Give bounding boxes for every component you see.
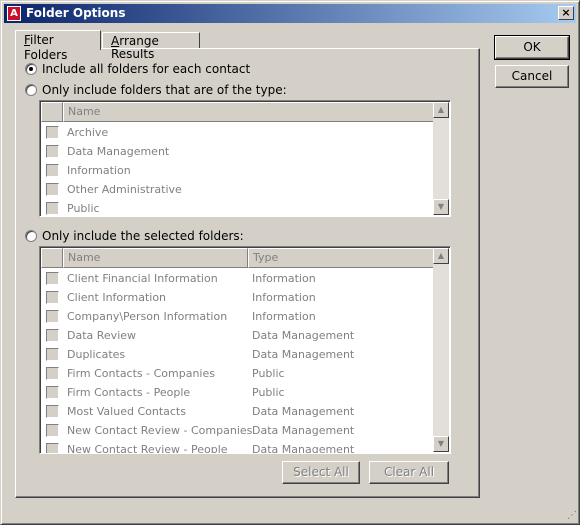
folder-type: Public <box>252 367 285 380</box>
header-type[interactable]: Type <box>248 248 434 268</box>
folder-name: Firm Contacts - People <box>67 386 191 399</box>
header-check-column <box>41 102 63 122</box>
scroll-up-icon[interactable]: ▲ <box>433 248 449 264</box>
checkbox[interactable] <box>46 405 59 418</box>
item-name: Archive <box>67 126 109 139</box>
folder-type-list[interactable]: Name Archive Data Management Information… <box>39 100 451 217</box>
checkbox[interactable] <box>46 424 59 437</box>
radio-selected-folders[interactable] <box>25 230 37 242</box>
option-folder-type[interactable]: Only include folders that are of the typ… <box>25 82 287 98</box>
checkbox[interactable] <box>46 126 59 139</box>
radio-all-folders[interactable] <box>25 63 37 75</box>
folder-name: Duplicates <box>67 348 126 361</box>
checkbox[interactable] <box>46 329 59 342</box>
tab-filter-folders[interactable]: Filter Folders <box>15 30 101 62</box>
select-all-button[interactable]: Select All <box>282 461 360 484</box>
checkbox[interactable] <box>46 386 59 399</box>
item-name: Other Administrative <box>67 183 182 196</box>
scroll-down-icon[interactable]: ▼ <box>433 199 449 215</box>
item-name: Information <box>67 164 131 177</box>
clear-all-button[interactable]: Clear All <box>369 461 449 484</box>
scroll-down-icon[interactable]: ▼ <box>433 436 449 452</box>
folder-list-scrollbar[interactable]: ▲ ▼ <box>433 248 449 452</box>
folder-list-header: Name Type <box>41 248 434 268</box>
folder-type: Information <box>252 310 316 323</box>
resize-grip-icon[interactable]: ⋰ <box>565 510 577 522</box>
folder-type: Data Management <box>252 443 355 454</box>
folder-name: Client Financial Information <box>67 272 218 285</box>
header-check-column <box>41 248 63 268</box>
close-button[interactable]: × <box>558 6 574 20</box>
item-name: Public <box>67 202 100 215</box>
folder-type: Public <box>252 386 285 399</box>
folder-name: Client Information <box>67 291 167 304</box>
ok-button[interactable]: OK <box>494 35 570 60</box>
window-title: Folder Options <box>26 6 126 20</box>
checkbox[interactable] <box>46 291 59 304</box>
checkbox[interactable] <box>46 145 59 158</box>
checkbox[interactable] <box>46 367 59 380</box>
folder-list[interactable]: Name Type Client Financial Information In… <box>39 246 451 454</box>
header-name[interactable]: Name <box>63 102 434 122</box>
header-name[interactable]: Name <box>63 248 248 268</box>
folder-type: Data Management <box>252 329 355 342</box>
checkbox[interactable] <box>46 164 59 177</box>
checkbox[interactable] <box>46 348 59 361</box>
tab-arrange-results[interactable]: Arrange Results <box>102 32 200 61</box>
checkbox[interactable] <box>46 310 59 323</box>
folder-name: Company\Person Information <box>67 310 228 323</box>
folder-name: New Contact Review - People <box>67 443 228 454</box>
type-list-header: Name <box>41 102 434 122</box>
checkbox[interactable] <box>46 202 59 215</box>
type-list-scrollbar[interactable]: ▲ ▼ <box>433 102 449 215</box>
folder-type: Information <box>252 291 316 304</box>
cancel-button[interactable]: Cancel <box>495 65 569 88</box>
checkbox[interactable] <box>46 183 59 196</box>
folder-type: Information <box>252 272 316 285</box>
folder-type: Data Management <box>252 424 355 437</box>
checkbox[interactable] <box>46 272 59 285</box>
folder-name: Firm Contacts - Companies <box>67 367 215 380</box>
folder-options-dialog: A Folder Options × Filter Folders Arrang… <box>0 0 580 525</box>
title-bar[interactable]: A Folder Options × <box>4 4 576 23</box>
app-logo-icon: A <box>7 6 21 21</box>
option-selected-folders[interactable]: Only include the selected folders: <box>25 228 244 244</box>
checkbox[interactable] <box>46 443 59 453</box>
scroll-up-icon[interactable]: ▲ <box>433 102 449 118</box>
folder-type: Data Management <box>252 405 355 418</box>
folder-name: Data Review <box>67 329 137 342</box>
item-name: Data Management <box>67 145 170 158</box>
folder-name: New Contact Review - Companies <box>67 424 253 437</box>
radio-folder-type[interactable] <box>25 84 37 96</box>
option-all-folders[interactable]: Include all folders for each contact <box>25 61 250 77</box>
folder-type: Data Management <box>252 348 355 361</box>
folder-name: Most Valued Contacts <box>67 405 186 418</box>
